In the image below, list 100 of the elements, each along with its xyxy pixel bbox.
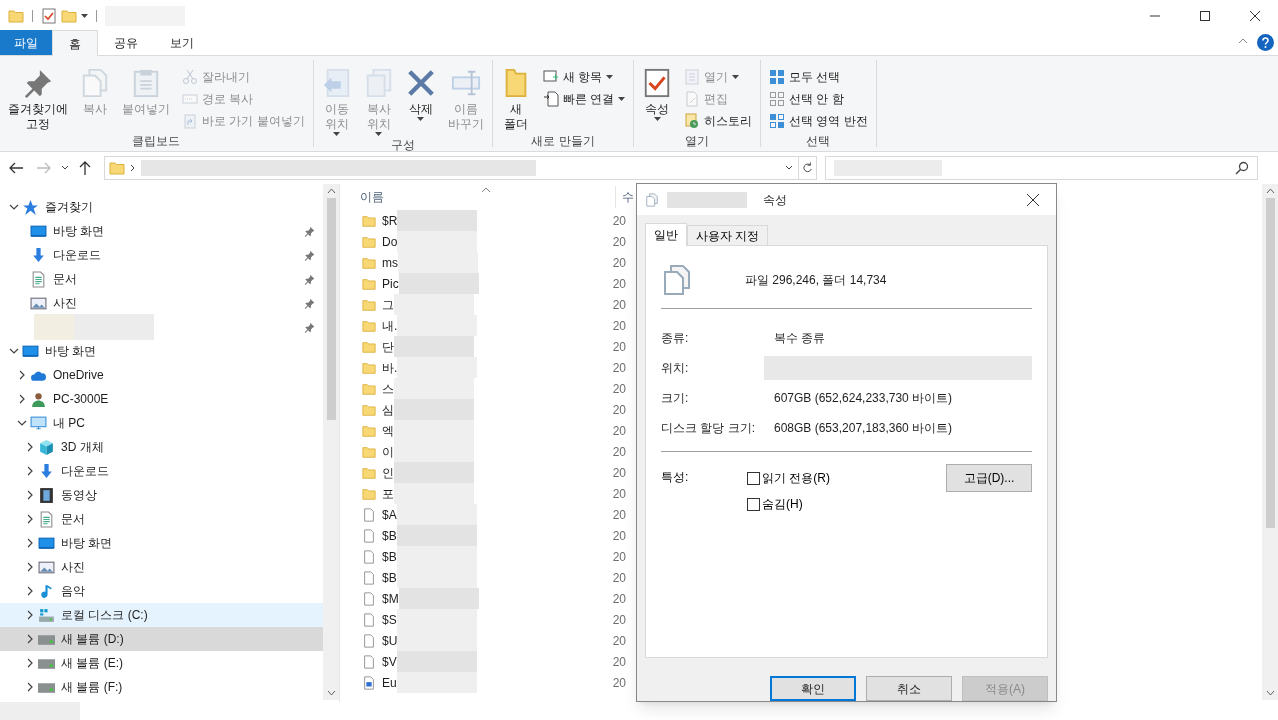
date-cell-text: 20 — [612, 569, 626, 587]
file-row[interactable]: 내. 20 — [362, 315, 626, 336]
nav-item[interactable]: 음악 — [0, 579, 323, 603]
ribbon-button[interactable]: 빠른 연결 — [538, 88, 629, 110]
nav-item[interactable]: OneDrive — [0, 363, 323, 387]
column-header[interactable]: 수 — [622, 188, 634, 206]
computer-icon — [30, 414, 47, 432]
ribbon-button[interactable]: 히스토리 — [680, 110, 756, 132]
nav-item[interactable]: PC-3000E — [0, 387, 323, 411]
scrollbar[interactable] — [1262, 184, 1278, 700]
image-file-icon — [362, 675, 376, 690]
advanced-button[interactable]: 고급(D)... — [946, 464, 1032, 492]
file-row[interactable]: $S 20 — [362, 609, 626, 630]
file-row[interactable]: $R 20 — [362, 210, 626, 231]
file-row[interactable]: 바. 20 — [362, 357, 626, 378]
file-row[interactable]: ms 20 — [362, 252, 626, 273]
nav-item[interactable]: 문서 — [0, 267, 323, 291]
file-row[interactable]: 그 20 — [362, 294, 626, 315]
close-icon[interactable] — [1026, 192, 1040, 207]
scrollbar[interactable] — [323, 184, 339, 700]
nav-item[interactable]: 사진 — [0, 291, 323, 315]
nav-item[interactable]: 바탕 화면 — [0, 531, 323, 555]
nav-item[interactable]: 바탕 화면 — [0, 219, 323, 243]
file-row[interactable]: $B 20 — [362, 567, 626, 588]
nav-item[interactable]: 사진 — [0, 555, 323, 579]
file-row[interactable]: Pic 20 — [362, 273, 626, 294]
ribbon-button[interactable]: 선택 영역 반전 — [765, 110, 872, 132]
file-row[interactable]: 포 20 — [362, 483, 626, 504]
ribbon-button[interactable]: 삭제 — [401, 64, 440, 121]
help-icon[interactable] — [1257, 34, 1274, 51]
file-row[interactable]: 스 20 — [362, 378, 626, 399]
nav-item[interactable]: 새 볼륨 (F:) — [0, 675, 323, 699]
back-arrow-icon[interactable] — [8, 161, 24, 175]
checkbox-label: 숨김(H) — [762, 496, 803, 513]
ribbon-button[interactable]: 선택 안 함 — [765, 88, 872, 110]
chevron-down-icon[interactable] — [16, 418, 27, 428]
scroll-thumb[interactable] — [326, 198, 336, 420]
search-icon[interactable] — [1235, 161, 1249, 175]
group-label: 열기 — [684, 133, 710, 150]
chevron-down-icon[interactable] — [8, 202, 19, 212]
nav-item[interactable]: 즐겨찾기 — [0, 195, 323, 219]
ribbon-button[interactable]: 새 폴더 — [496, 64, 535, 132]
chevron-down-icon[interactable] — [8, 346, 19, 356]
file-row[interactable]: 단 20 — [362, 336, 626, 357]
file-row[interactable]: 심 20 — [362, 399, 626, 420]
file-row[interactable]: $B 20 — [362, 525, 626, 546]
dialog-tab[interactable]: 사용자 지정 — [687, 225, 769, 245]
address-field[interactable] — [104, 156, 817, 180]
scroll-thumb[interactable] — [1265, 198, 1275, 528]
nav-item[interactable]: 다운로드 — [0, 243, 323, 267]
nav-item[interactable]: 새 볼륨 (E:) — [0, 651, 323, 675]
group-label: 선택 — [805, 133, 832, 150]
file-row[interactable]: Do 20 — [362, 231, 626, 252]
ribbon-button[interactable]: 즐겨찾기에 고정 — [4, 64, 72, 132]
file-tab[interactable]: 파일 — [0, 30, 52, 55]
folder-icon — [8, 7, 24, 24]
file-row[interactable]: $V 20 — [362, 651, 626, 672]
nav-label: 다운로드 — [61, 463, 109, 480]
file-name: 포 — [382, 485, 394, 503]
dialog-button[interactable]: 확인 — [770, 676, 856, 701]
file-row[interactable]: 엑 20 — [362, 420, 626, 441]
checkbox[interactable] — [747, 497, 760, 511]
ribbon-tab[interactable]: 홈 — [52, 30, 98, 56]
folder-icon — [61, 7, 77, 24]
caret-icon — [732, 75, 739, 79]
ribbon-tab[interactable]: 공유 — [98, 30, 154, 56]
attributes-label: 특성: — [661, 469, 690, 486]
column-header[interactable]: 이름 — [360, 188, 615, 206]
ribbon-button[interactable]: 모두 선택 — [765, 66, 872, 88]
ribbon-tab[interactable]: 보기 — [154, 30, 210, 56]
nav-item[interactable]: 3D 개체 — [0, 435, 323, 459]
file-row[interactable]: $A 20 — [362, 504, 626, 525]
file-name: $R — [382, 212, 398, 230]
nav-item[interactable]: 로컬 디스크 (C:) — [0, 603, 323, 627]
dialog-button[interactable]: 취소 — [866, 676, 952, 701]
file-row[interactable]: $B 20 — [362, 546, 626, 567]
search-field[interactable] — [825, 156, 1258, 180]
nav-item[interactable]: 새 볼륨 (D:) — [0, 627, 323, 651]
nav-item[interactable]: 내 PC — [0, 411, 323, 435]
up-arrow-icon[interactable] — [78, 160, 92, 176]
nav-item[interactable]: 문서 — [0, 507, 323, 531]
date-cell-text: 20 — [612, 548, 626, 566]
dialog-tab[interactable]: 일반 — [645, 223, 687, 246]
field-label: 종류: — [661, 330, 690, 347]
summary-text: 파일 296,246, 폴더 14,734 — [745, 272, 887, 289]
pin-icon — [304, 273, 315, 285]
file-row[interactable]: Eu 20 — [362, 672, 626, 693]
delete-icon — [405, 68, 436, 98]
file-row[interactable]: $U 20 — [362, 630, 626, 651]
nav-item[interactable]: 동영상 — [0, 483, 323, 507]
checkbox[interactable] — [747, 471, 760, 485]
file-row[interactable]: $M 20 — [362, 588, 626, 609]
folder-icon — [362, 213, 376, 228]
date-cell-text: 20 — [612, 317, 626, 335]
ribbon-button[interactable]: 새 항목 — [538, 66, 629, 88]
nav-item[interactable]: 바탕 화면 — [0, 339, 323, 363]
file-row[interactable]: 인 20 — [362, 462, 626, 483]
ribbon-button[interactable]: 속성 — [638, 64, 676, 121]
file-row[interactable]: 이 20 — [362, 441, 626, 462]
nav-item[interactable]: 다운로드 — [0, 459, 323, 483]
